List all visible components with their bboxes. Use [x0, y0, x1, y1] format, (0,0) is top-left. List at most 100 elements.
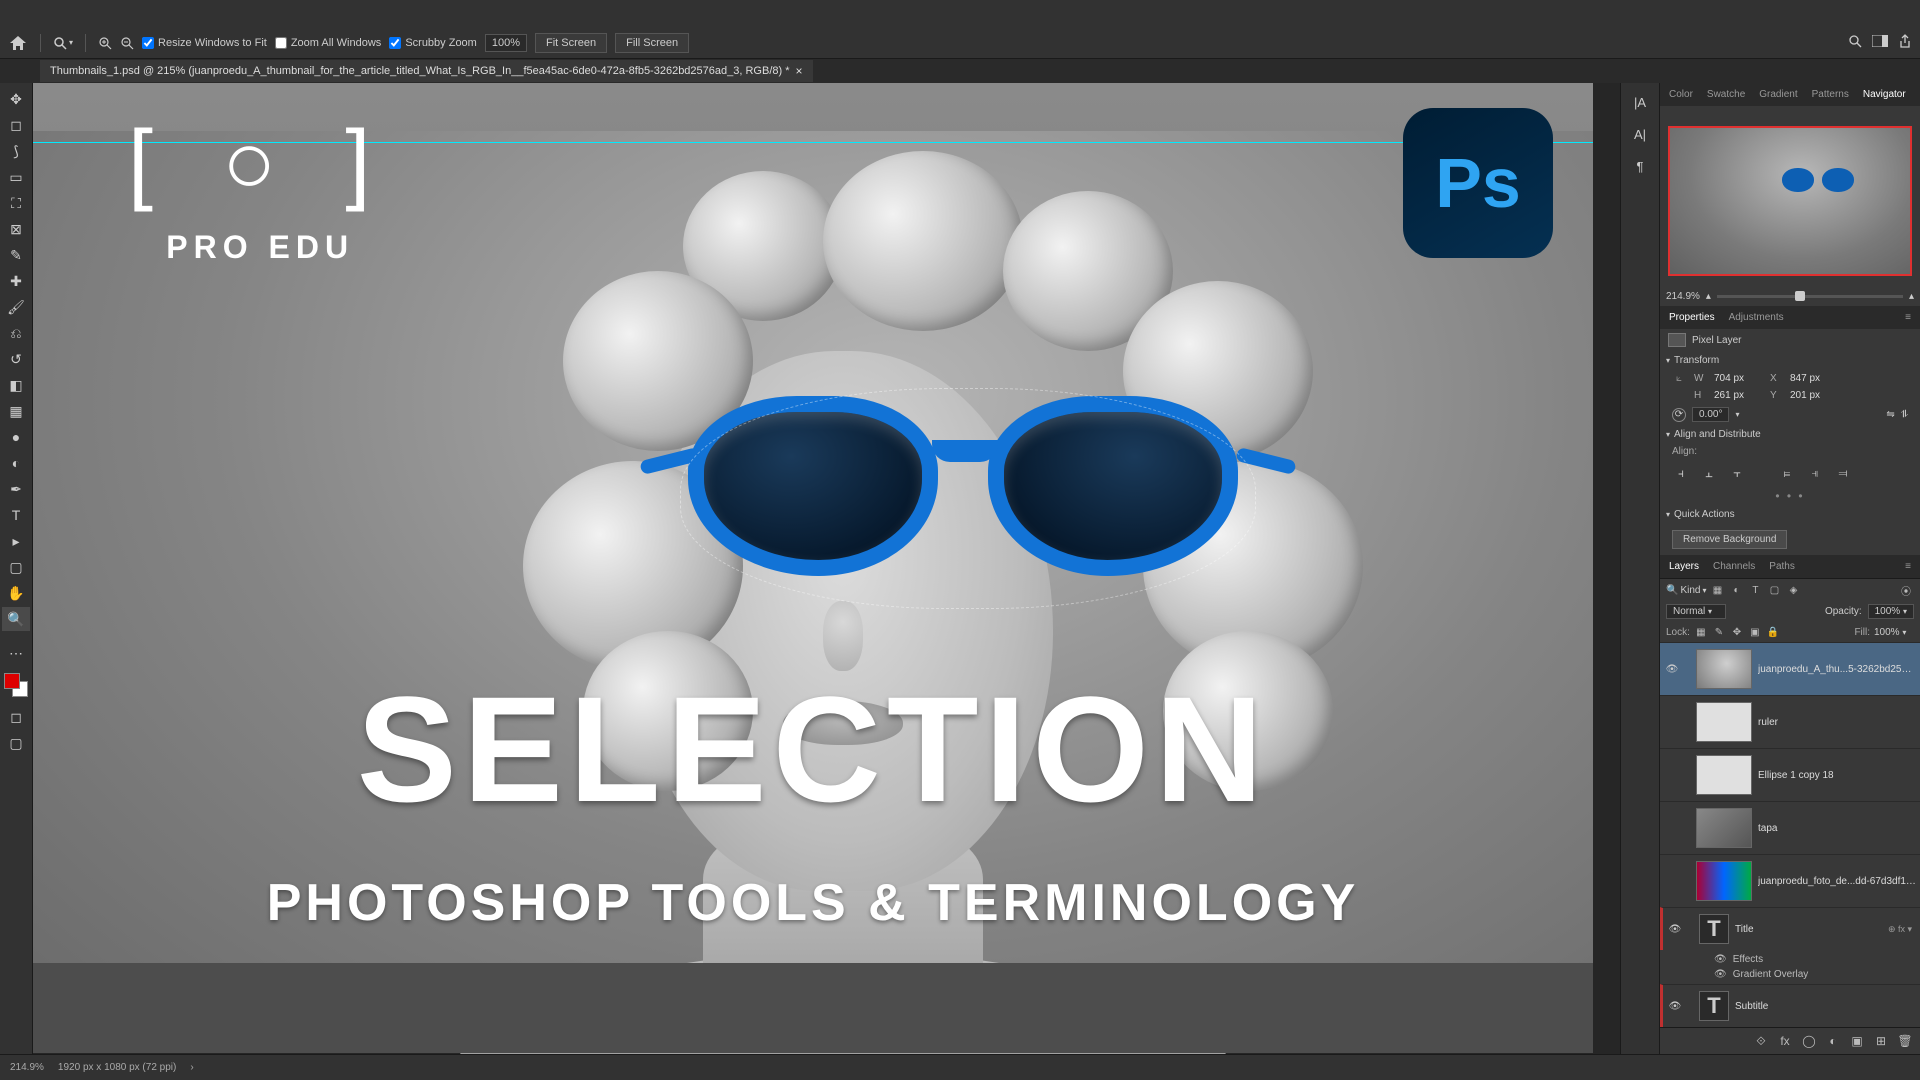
tab-navigator[interactable]: Navigator — [1860, 87, 1909, 102]
blend-mode-select[interactable]: Normal ▾ — [1666, 604, 1726, 619]
edit-toolbar[interactable]: ⋯ — [2, 641, 30, 665]
frame-tool[interactable]: ⊠ — [2, 217, 30, 241]
status-caret-icon[interactable]: › — [190, 1062, 193, 1073]
filter-toggle[interactable]: ⦿ — [1898, 582, 1914, 598]
document-tab[interactable]: Thumbnails_1.psd @ 215% (juanproedu_A_th… — [40, 60, 813, 82]
layer-row[interactable]: Ellipse 1 copy 18 — [1660, 748, 1920, 801]
tab-adjustments[interactable]: Adjustments — [1726, 310, 1787, 325]
navigator-thumbnail[interactable] — [1668, 126, 1912, 276]
transform-angle[interactable]: 0.00° — [1692, 407, 1729, 422]
lock-transparent-icon[interactable]: ▦ — [1694, 625, 1708, 639]
tab-patterns[interactable]: Patterns — [1809, 87, 1852, 102]
pen-tool[interactable]: ✒ — [2, 477, 30, 501]
visibility-icon[interactable]: 👁 — [1664, 664, 1680, 675]
eraser-tool[interactable]: ◧ — [2, 373, 30, 397]
filter-adjust-icon[interactable]: ◐ — [1728, 582, 1744, 598]
align-center-h-icon[interactable]: ⫠ — [1700, 465, 1718, 481]
status-zoom[interactable]: 214.9% — [10, 1062, 44, 1073]
layer-row[interactable]: 👁 T Title ⊕ fx ▾ — [1660, 907, 1920, 950]
layer-style-icon[interactable]: fx — [1776, 1032, 1794, 1050]
tab-gradients[interactable]: Gradient — [1756, 87, 1800, 102]
layer-row[interactable]: tapa — [1660, 801, 1920, 854]
visibility-icon[interactable]: 👁 — [1714, 969, 1727, 980]
close-icon[interactable]: × — [796, 64, 803, 78]
type-tool[interactable]: T — [2, 503, 30, 527]
tab-layers[interactable]: Layers — [1666, 559, 1702, 574]
lock-all-icon[interactable]: 🔒 — [1766, 625, 1780, 639]
more-options-icon[interactable]: • • • — [1660, 487, 1920, 505]
layer-name[interactable]: tapa — [1758, 823, 1916, 834]
workspace-icon[interactable] — [1872, 35, 1888, 50]
shape-tool[interactable]: ▢ — [2, 555, 30, 579]
healing-tool[interactable]: ✚ — [2, 269, 30, 293]
scrubby-zoom-checkbox[interactable]: Scrubby Zoom — [389, 37, 477, 49]
visibility-icon[interactable]: 👁 — [1714, 954, 1727, 965]
tab-color[interactable]: Color — [1666, 87, 1696, 102]
align-left-icon[interactable]: ⫞ — [1672, 465, 1690, 481]
filter-shape-icon[interactable]: ▢ — [1766, 582, 1782, 598]
layer-row[interactable]: juanproedu_foto_de...dd-67d3df16c418_1 — [1660, 854, 1920, 907]
zoom-out-icon[interactable] — [120, 36, 134, 50]
zoom-in-small-icon[interactable]: ▴ — [1909, 291, 1914, 302]
layer-name[interactable]: Ellipse 1 copy 18 — [1758, 770, 1916, 781]
type-layer-icon[interactable]: T — [1699, 914, 1729, 944]
quick-mask[interactable]: ◻ — [2, 705, 30, 729]
resize-windows-checkbox[interactable]: Resize Windows to Fit — [142, 37, 267, 49]
lock-position-icon[interactable]: ✥ — [1730, 625, 1744, 639]
status-dimensions[interactable]: 1920 px x 1080 px (72 ppi) — [58, 1062, 176, 1073]
remove-background-button[interactable]: Remove Background — [1672, 530, 1787, 549]
layer-row[interactable]: 👁 T Subtitle — [1660, 984, 1920, 1027]
layer-name[interactable]: ruler — [1758, 717, 1916, 728]
flip-vertical-icon[interactable]: ⥮ — [1901, 409, 1908, 420]
link-wh-icon[interactable]: ⟀ — [1672, 373, 1686, 384]
zoom-all-checkbox[interactable]: Zoom All Windows — [275, 37, 381, 49]
layer-thumbnail[interactable] — [1696, 808, 1752, 848]
lock-artboard-icon[interactable]: ▣ — [1748, 625, 1762, 639]
zoom-tool[interactable]: 🔍 — [2, 607, 30, 631]
transform-h[interactable]: 261 px — [1714, 390, 1762, 401]
align-right-icon[interactable]: ⫟ — [1728, 465, 1746, 481]
fit-screen-button[interactable]: Fit Screen — [535, 33, 607, 53]
tab-channels[interactable]: Channels — [1710, 559, 1758, 574]
paragraph-panel-icon[interactable]: A| — [1628, 123, 1652, 145]
brush-tool[interactable]: 🖌 — [2, 295, 30, 319]
tab-paths[interactable]: Paths — [1766, 559, 1798, 574]
hand-tool[interactable]: ✋ — [2, 581, 30, 605]
group-icon[interactable]: ▣ — [1848, 1032, 1866, 1050]
zoom-in-icon[interactable] — [98, 36, 112, 50]
layer-row[interactable]: ruler — [1660, 695, 1920, 748]
filter-pixel-icon[interactable]: ▦ — [1709, 582, 1725, 598]
character-panel-icon[interactable]: |A — [1628, 91, 1652, 113]
layer-thumbnail[interactable] — [1696, 649, 1752, 689]
link-layers-icon[interactable]: ⟐ — [1752, 1032, 1770, 1050]
lasso-tool[interactable]: ⟆ — [2, 139, 30, 163]
canvas-area[interactable]: [ ○ ] PRO EDU Ps SELECTION PHOTOSHOP TOO… — [33, 83, 1620, 1054]
gradient-overlay-label[interactable]: Gradient Overlay — [1733, 969, 1809, 980]
zoom-100-button[interactable]: 100% — [485, 34, 527, 52]
panel-menu-icon[interactable]: ≡ — [1902, 559, 1914, 574]
dodge-tool[interactable]: ◐ — [2, 451, 30, 475]
foreground-color[interactable] — [4, 673, 20, 689]
blur-tool[interactable]: ● — [2, 425, 30, 449]
search-icon[interactable] — [1848, 34, 1862, 51]
filter-smart-icon[interactable]: ◈ — [1785, 582, 1801, 598]
quick-actions-section[interactable]: ▾Quick Actions — [1660, 505, 1920, 524]
zoom-out-small-icon[interactable]: ▴ — [1706, 291, 1711, 302]
layer-thumbnail[interactable] — [1696, 861, 1752, 901]
layer-row[interactable]: 👁 juanproedu_A_thu...5-3262bd2576ad_3 — [1660, 642, 1920, 695]
paragraph-styles-icon[interactable]: ¶ — [1628, 155, 1652, 177]
layer-thumbnail[interactable] — [1696, 702, 1752, 742]
visibility-icon[interactable]: 👁 — [1667, 1001, 1683, 1012]
layer-name[interactable]: juanproedu_foto_de...dd-67d3df16c418_1 — [1758, 876, 1916, 887]
color-swatches[interactable] — [4, 673, 28, 697]
panel-menu-icon[interactable]: ≡ — [1902, 310, 1914, 325]
path-select-tool[interactable]: ▸ — [2, 529, 30, 553]
layer-mask-icon[interactable]: ◯ — [1800, 1032, 1818, 1050]
gradient-tool[interactable]: ▦ — [2, 399, 30, 423]
transform-x[interactable]: 847 px — [1790, 373, 1838, 384]
layer-name[interactable]: juanproedu_A_thu...5-3262bd2576ad_3 — [1758, 664, 1916, 675]
transform-section[interactable]: ▾Transform — [1660, 351, 1920, 370]
visibility-icon[interactable]: 👁 — [1667, 924, 1683, 935]
layer-name[interactable]: Subtitle — [1735, 1001, 1916, 1012]
layer-effects-indicator[interactable]: ⊕ fx ▾ — [1888, 924, 1912, 935]
